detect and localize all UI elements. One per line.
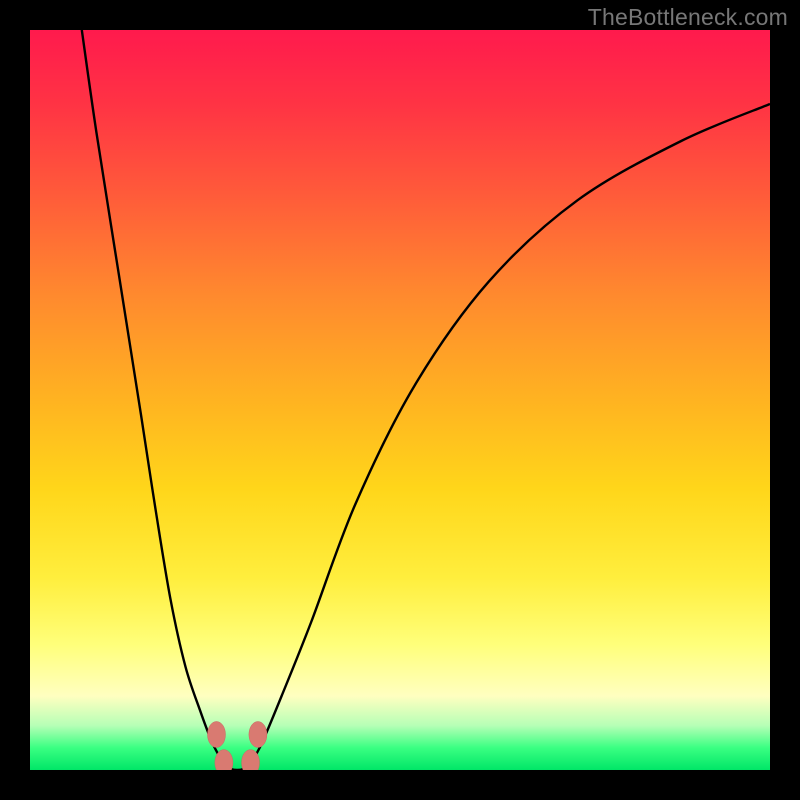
curve-right [256, 104, 770, 755]
watermark-text: TheBottleneck.com [588, 4, 788, 31]
plot-area [30, 30, 770, 770]
curve-left [82, 30, 219, 755]
valley-marker [207, 721, 225, 747]
valley-markers [207, 721, 266, 770]
chart-frame: TheBottleneck.com [0, 0, 800, 800]
valley-marker [249, 721, 267, 747]
curve-layer [30, 30, 770, 770]
